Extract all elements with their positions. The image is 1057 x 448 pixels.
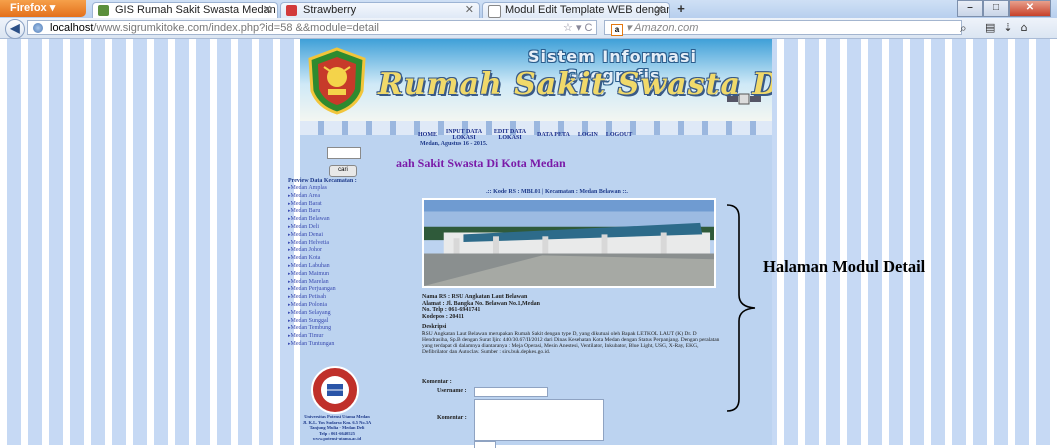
favicon-icon: [98, 5, 109, 16]
description-text: RSU Angkatan Laut Belawan merupakan Ruma…: [422, 331, 720, 355]
page-viewport: Sistem Informasi Geografis Rumah Sakit S…: [0, 39, 1057, 448]
preview-title: Preview Data Kecamatan :: [288, 178, 357, 184]
back-arrow-icon[interactable]: ◀: [5, 19, 25, 39]
search-button[interactable]: cari: [329, 165, 357, 177]
district-link[interactable]: Medan Selayang: [288, 310, 336, 318]
reload-icon[interactable]: C: [585, 22, 593, 34]
district-link[interactable]: Medan Perjuangan: [288, 286, 336, 294]
page-heading: aah Sakit Swasta Di Kota Medan: [396, 156, 566, 170]
hospital-code-line: .:: Kode RS : MBL01 | Kecamatan : Medan …: [486, 189, 628, 195]
tab-strawberry[interactable]: Strawberry ✕: [280, 2, 480, 18]
search-input[interactable]: a ▾ Amazon.com: [604, 20, 962, 36]
tab-title: Strawberry: [303, 4, 357, 16]
district-link[interactable]: Medan Timur: [288, 333, 336, 341]
sidebar-search-input[interactable]: [327, 147, 361, 159]
date-text: Medan, Agustus 16 - 2015.: [420, 141, 488, 147]
district-link[interactable]: Medan Sunggal: [288, 318, 336, 326]
username-input[interactable]: [474, 387, 548, 397]
district-link[interactable]: Medan Amplas: [288, 185, 336, 193]
tab-strip: Firefox ▾ GIS Rumah Sakit Swasta Medan ✕…: [0, 0, 1057, 18]
annotation-label: Halaman Modul Detail: [763, 257, 926, 276]
search-placeholder: Amazon.com: [634, 22, 699, 34]
district-link[interactable]: Medan Tuntungan: [288, 341, 336, 349]
window-controls: – □ ✕: [957, 0, 1051, 17]
district-link[interactable]: Medan Johor: [288, 247, 336, 255]
menu-edit-data-lokasi[interactable]: EDIT DATA LOKASI: [491, 129, 529, 141]
tab-modul-edit[interactable]: Modul Edit Template WEB dengan P... ✕: [482, 2, 670, 18]
firefox-menu-button[interactable]: Firefox ▾: [0, 0, 86, 17]
toolbar-icons: ▤⇣⌂: [985, 21, 1036, 34]
close-window-button[interactable]: ✕: [1009, 0, 1051, 17]
hospital-name: Nama RS : RSU Angkatan Laut Belawan: [422, 294, 528, 300]
district-list: Medan AmplasMedan AreaMedan BaratMedan B…: [288, 185, 336, 349]
bookmark-star-icon[interactable]: ☆: [563, 22, 573, 34]
username-label: Username :: [437, 388, 467, 394]
maximize-button[interactable]: □: [983, 0, 1009, 17]
menu-data-peta[interactable]: DATA PETA: [537, 132, 570, 138]
medan-city-seal-icon: [308, 47, 366, 115]
banner-title: Rumah Sakit Swasta Di Kota Medan: [378, 67, 772, 102]
page-icon: [488, 5, 501, 18]
district-link[interactable]: Medan Belawan: [288, 216, 336, 224]
search-dropdown-icon[interactable]: ▾: [626, 22, 634, 34]
district-link[interactable]: Medan Labuhan: [288, 263, 336, 271]
district-link[interactable]: Medan Baru: [288, 208, 336, 216]
district-link[interactable]: Medan Deli: [288, 224, 336, 232]
close-tab-icon[interactable]: ✕: [465, 3, 474, 17]
university-info: Universitas Potensi Utama Medan Jl. K.L. …: [286, 414, 388, 442]
tab-title: Modul Edit Template WEB dengan P...: [505, 4, 670, 16]
menu-input-data-lokasi[interactable]: INPUT DATA LOKASI: [445, 129, 483, 141]
district-link[interactable]: Medan Denai: [288, 232, 336, 240]
site-banner: Sistem Informasi Geografis Rumah Sakit S…: [300, 39, 772, 121]
globe-icon: [33, 23, 43, 33]
sidebar: cari Preview Data Kecamatan : Medan Ampl…: [288, 135, 392, 445]
district-link[interactable]: Medan Petisah: [288, 294, 336, 302]
satellite-icon: [727, 93, 761, 105]
district-link[interactable]: Medan Tembung: [288, 325, 336, 333]
search-icon[interactable]: ⌕: [960, 21, 967, 36]
amazon-icon: a: [611, 24, 623, 36]
url-host: localhost: [50, 22, 94, 34]
komentar-label: Komentar :: [437, 415, 467, 421]
hospital-photo: [422, 198, 716, 288]
download-icon[interactable]: ⇣: [1003, 21, 1020, 34]
district-link[interactable]: Medan Maimun: [288, 271, 336, 279]
home-icon[interactable]: ⌂: [1021, 21, 1036, 34]
tab-gis-rumah-sakit[interactable]: GIS Rumah Sakit Swasta Medan ✕: [92, 2, 278, 18]
url-bar[interactable]: localhost/www.sigrumkitoke.com/index.php…: [27, 20, 597, 35]
menu-home[interactable]: HOME: [418, 132, 437, 138]
district-link[interactable]: Medan Area: [288, 193, 336, 201]
comment-form-title: Komentar :: [422, 379, 452, 385]
dropdown-icon[interactable]: ▾: [576, 22, 582, 34]
district-link[interactable]: Medan Kota: [288, 255, 336, 263]
hospital-postcode: Kodepos : 20411: [422, 313, 465, 320]
university-info-line: www.potensi-utama.ac.id: [312, 436, 362, 441]
url-bar-icons: ☆ ▾ C: [563, 21, 592, 34]
menu-logout[interactable]: LOGOUT: [606, 132, 632, 138]
url-path: /www.sigrumkitoke.com/index.php?id=58 &&…: [93, 22, 379, 34]
curly-brace-icon: [726, 204, 756, 412]
district-link[interactable]: Medan Polonia: [288, 302, 336, 310]
menu-login[interactable]: LOGIN: [578, 132, 598, 138]
favicon-icon: [286, 5, 297, 16]
district-link[interactable]: Medan Helvetia: [288, 240, 336, 248]
district-link[interactable]: Medan Barat: [288, 201, 336, 209]
new-tab-button[interactable]: +: [672, 2, 690, 17]
close-tab-icon[interactable]: ✕: [263, 3, 272, 17]
minimize-button[interactable]: –: [957, 0, 983, 17]
university-logo-icon: [311, 366, 359, 414]
tab-title: GIS Rumah Sakit Swasta Medan: [115, 4, 276, 16]
komentar-textarea[interactable]: [474, 399, 604, 441]
district-link[interactable]: Medan Marelan: [288, 279, 336, 287]
navigation-toolbar: ◀ localhost/www.sigrumkitoke.com/index.p…: [0, 18, 1057, 39]
bookmarks-menu-icon[interactable]: ▤: [985, 21, 1003, 34]
site-container: Sistem Informasi Geografis Rumah Sakit S…: [288, 39, 772, 448]
hospital-info: Nama RS : RSU Angkatan Laut Belawan Alam…: [422, 294, 540, 320]
close-tab-icon[interactable]: ✕: [655, 3, 664, 17]
